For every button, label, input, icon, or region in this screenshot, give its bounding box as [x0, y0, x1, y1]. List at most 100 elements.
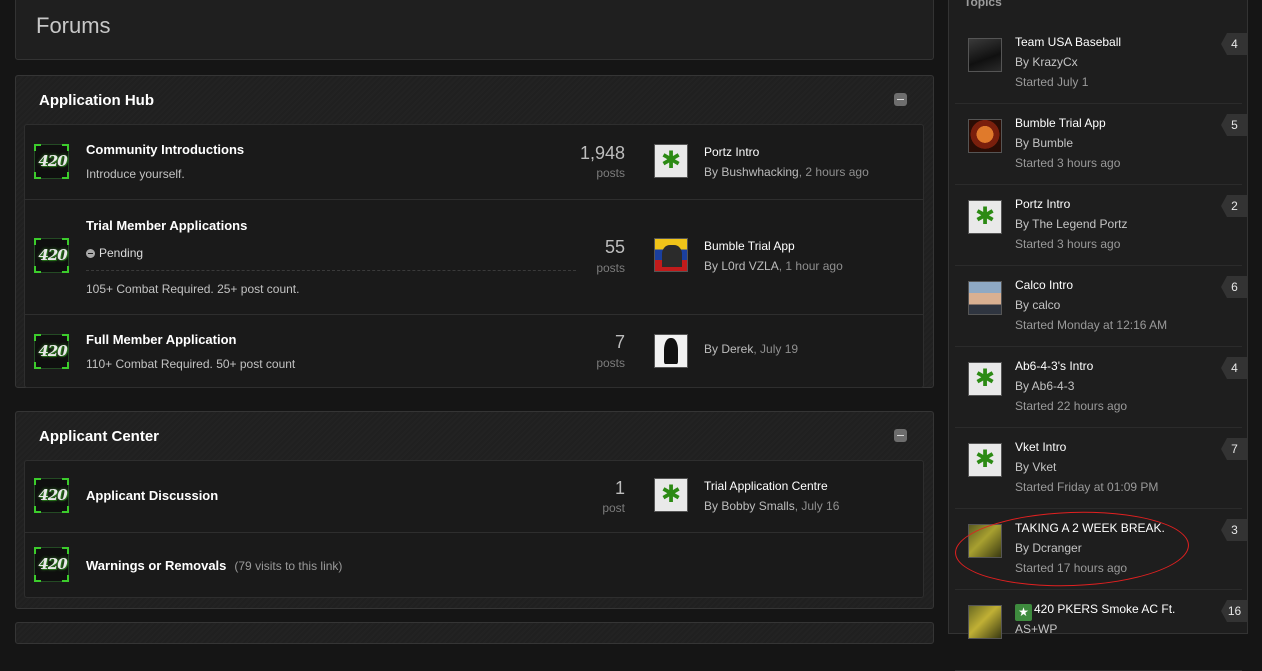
topic-title-continued[interactable]: AS+WP [1015, 622, 1057, 636]
post-count: 1 [614, 478, 625, 498]
last-post-avatar[interactable] [654, 478, 688, 512]
subforum-pending-link[interactable]: Pending [86, 246, 143, 260]
forum-logo-icon: 420 [34, 547, 69, 582]
topic-title-link[interactable]: TAKING A 2 WEEK BREAK. [1015, 521, 1165, 535]
topic-started: Started Friday at 01:09 PM [1015, 480, 1159, 494]
section-title: Application Hub [39, 92, 154, 109]
topic-title-link[interactable]: Bumble Trial App [1015, 116, 1106, 130]
post-count-label: posts [596, 261, 625, 275]
topic-item: ★ 420 PKERS Smoke AC Ft. AS+WP 16 [955, 590, 1248, 671]
forum-title-link[interactable]: Full Member Application [86, 332, 236, 347]
topic-started: Started July 1 [1015, 75, 1089, 89]
divider [86, 270, 576, 271]
section-next [15, 622, 934, 644]
last-post-time: , July 19 [753, 342, 799, 356]
topic-author[interactable]: By The Legend Portz [1015, 217, 1128, 231]
last-post-author-link[interactable]: Derek [721, 342, 753, 356]
visit-count: (79 visits to this link) [234, 559, 343, 573]
collapse-icon[interactable] [894, 429, 907, 442]
forum-logo-icon: 420 [34, 238, 69, 273]
last-post-avatar[interactable] [654, 334, 688, 368]
pending-icon [86, 249, 95, 258]
last-post-author-link[interactable]: L0rd VZLA [721, 259, 778, 273]
forum-row: 420 Warnings or Removals (79 visits to th… [25, 532, 923, 597]
avatar[interactable] [968, 443, 1002, 477]
last-post-title-link[interactable]: Bumble Trial App [704, 239, 795, 253]
avatar[interactable] [968, 605, 1002, 639]
topic-title-link[interactable]: Vket Intro [1015, 440, 1066, 454]
collapse-icon[interactable] [894, 93, 907, 106]
last-post-time: , 2 hours ago [798, 165, 869, 179]
reply-count-badge: 16 [1221, 600, 1248, 622]
topic-started: Started 17 hours ago [1015, 561, 1128, 575]
topic-author[interactable]: By Bumble [1015, 136, 1073, 150]
topic-started: Started Monday at 12:16 AM [1015, 318, 1168, 332]
topic-title-link[interactable]: Calco Intro [1015, 278, 1073, 292]
last-post-time: , July 16 [794, 499, 840, 513]
reply-count-badge: 5 [1221, 114, 1248, 136]
last-post-meta: By Bushwhacking, 2 hours ago [704, 165, 869, 179]
reply-count-badge: 6 [1221, 276, 1248, 298]
reply-count-badge: 3 [1221, 519, 1248, 541]
post-count-label: posts [596, 166, 625, 180]
topics-sidebar: Topics Team USA Baseball By KrazyCx Star… [948, 0, 1248, 671]
topic-author[interactable]: By KrazyCx [1015, 55, 1078, 69]
forum-title-link[interactable]: Trial Member Applications [86, 218, 247, 233]
forum-description: 105+ Combat Required. 25+ post count. [86, 282, 300, 296]
last-post-title-link[interactable]: Trial Application Centre [704, 479, 828, 493]
avatar[interactable] [968, 38, 1002, 72]
section-applicant-center: Applicant Center 420 Applicant Discussio… [15, 411, 934, 609]
post-count-label: post [602, 501, 625, 515]
topic-item: TAKING A 2 WEEK BREAK. By Dcranger Start… [955, 509, 1248, 590]
topic-title-link[interactable]: ★ 420 PKERS Smoke AC Ft. [1015, 602, 1175, 621]
section-title: Applicant Center [39, 428, 160, 445]
sidebar-title: Topics [964, 0, 1002, 9]
last-post-title-link[interactable]: Portz Intro [704, 145, 759, 159]
forum-list: 420 Community Introductions Introduce yo… [24, 124, 924, 388]
avatar[interactable] [968, 200, 1002, 234]
topic-author[interactable]: By calco [1015, 298, 1060, 312]
section-application-hub: Application Hub 420 Community Introducti… [15, 75, 934, 388]
page-title: Forums [36, 13, 111, 38]
topic-title-link[interactable]: Team USA Baseball [1015, 35, 1121, 49]
forum-list: 420 Applicant Discussion 1 post Trial Ap… [24, 460, 924, 598]
reply-count-badge: 4 [1221, 33, 1248, 55]
last-post-time: , 1 hour ago [778, 259, 843, 273]
forum-row: 420 Community Introductions Introduce yo… [25, 125, 923, 199]
avatar[interactable] [968, 362, 1002, 396]
topic-item: Team USA Baseball By KrazyCx Started Jul… [955, 23, 1248, 104]
pinned-star-icon: ★ [1015, 604, 1032, 621]
topic-title-link[interactable]: Ab6-4-3's Intro [1015, 359, 1093, 373]
last-post-author-link[interactable]: Bushwhacking [721, 165, 798, 179]
topic-item: Portz Intro By The Legend Portz Started … [955, 185, 1248, 266]
topic-item: Calco Intro By calco Started Monday at 1… [955, 266, 1248, 347]
forum-description: 110+ Combat Required. 50+ post count [86, 357, 296, 371]
reply-count-badge: 2 [1221, 195, 1248, 217]
topic-item: Bumble Trial App By Bumble Started 3 hou… [955, 104, 1248, 185]
topic-author[interactable]: By Ab6-4-3 [1015, 379, 1074, 393]
forum-description: Introduce yourself. [86, 167, 185, 181]
topic-author[interactable]: By Dcranger [1015, 541, 1082, 555]
avatar[interactable] [968, 524, 1002, 558]
reply-count-badge: 4 [1221, 357, 1248, 379]
avatar[interactable] [968, 281, 1002, 315]
forum-logo-icon: 420 [34, 334, 69, 369]
topic-started: Started 3 hours ago [1015, 237, 1121, 251]
forum-title-link[interactable]: Community Introductions [86, 142, 244, 157]
redirect-forum-link[interactable]: Warnings or Removals (79 visits to this l… [86, 558, 342, 573]
forum-logo-icon: 420 [34, 478, 69, 513]
forum-title-link[interactable]: Applicant Discussion [86, 488, 218, 503]
forum-row: 420 Full Member Application 110+ Combat … [25, 314, 923, 387]
forum-row: 420 Applicant Discussion 1 post Trial Ap… [25, 461, 923, 532]
last-post-avatar[interactable] [654, 238, 688, 272]
page-header: Forums [15, 0, 934, 60]
topic-author[interactable]: By Vket [1015, 460, 1056, 474]
avatar[interactable] [968, 119, 1002, 153]
forum-logo-icon: 420 [34, 144, 69, 179]
topics-list: Team USA Baseball By KrazyCx Started Jul… [955, 23, 1248, 671]
post-count: 1,948 [579, 143, 625, 163]
last-post-author-link[interactable]: Bobby Smalls [721, 499, 794, 513]
last-post-avatar[interactable] [654, 144, 688, 178]
post-count-label: posts [596, 356, 625, 370]
topic-title-link[interactable]: Portz Intro [1015, 197, 1070, 211]
